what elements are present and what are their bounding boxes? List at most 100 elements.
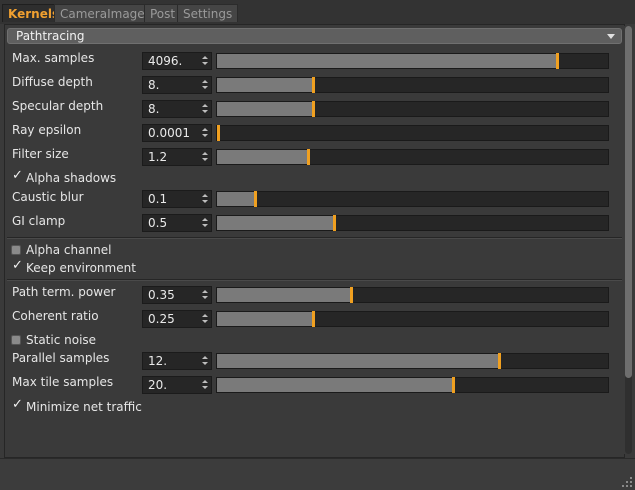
- slider-fill: [217, 78, 312, 92]
- ray-epsilon-value: 0.0001: [148, 126, 190, 140]
- vertical-scrollbar[interactable]: [624, 26, 633, 454]
- slider-handle[interactable]: [312, 77, 315, 93]
- section-title: Pathtracing: [16, 29, 85, 43]
- scrollbar-thumb[interactable]: [625, 26, 632, 378]
- tab-cameraimager[interactable]: CameraImager: [54, 4, 156, 22]
- path-term-power-value: 0.35: [148, 288, 175, 302]
- keep-environment-label: Keep environment: [26, 261, 136, 275]
- spinner-icon[interactable]: [202, 104, 208, 114]
- parallel-samples-input[interactable]: 12.: [142, 352, 212, 370]
- coherent-ratio-slider[interactable]: [216, 311, 609, 327]
- slider-handle[interactable]: [452, 377, 455, 393]
- tab-bar: Kernels CameraImager Post Settings: [0, 0, 635, 24]
- specular-depth-value: 8.: [148, 102, 160, 116]
- path-term-power-slider[interactable]: [216, 287, 609, 303]
- parallel-samples-slider[interactable]: [216, 353, 609, 369]
- checkmark-icon: ✓: [12, 397, 23, 412]
- slider-fill: [217, 378, 452, 392]
- checkmark-icon: ✓: [12, 168, 23, 183]
- caustic-blur-value: 0.1: [148, 192, 168, 206]
- max-samples-slider[interactable]: [216, 53, 609, 69]
- slider-handle[interactable]: [312, 101, 315, 117]
- diffuse-depth-input[interactable]: 8.: [142, 76, 212, 94]
- filter-size-slider[interactable]: [216, 149, 609, 165]
- minimize-net-traffic-label: Minimize net traffic: [26, 400, 142, 414]
- slider-handle[interactable]: [307, 149, 310, 165]
- slider-fill: [217, 288, 350, 302]
- divider: [7, 279, 622, 281]
- path-term-power-input[interactable]: 0.35: [142, 286, 212, 304]
- ray-epsilon-slider[interactable]: [216, 125, 609, 141]
- spinner-icon[interactable]: [202, 56, 208, 66]
- alpha-shadows-label: Alpha shadows: [26, 171, 117, 185]
- caustic-blur-label: Caustic blur: [12, 190, 84, 204]
- slider-fill: [217, 216, 333, 230]
- specular-depth-slider[interactable]: [216, 101, 609, 117]
- settings-panel: Pathtracing Max. samples 4096. Diffuse d…: [4, 24, 625, 458]
- max-samples-value: 4096.: [148, 54, 183, 68]
- diffuse-depth-slider[interactable]: [216, 77, 609, 93]
- slider-handle[interactable]: [217, 125, 220, 141]
- tab-label: Kernels: [8, 7, 60, 21]
- gi-clamp-slider[interactable]: [216, 215, 609, 231]
- slider-handle[interactable]: [254, 191, 257, 207]
- alpha-channel-label: Alpha channel: [26, 243, 112, 257]
- spinner-icon[interactable]: [202, 128, 208, 138]
- slider-fill: [217, 54, 556, 68]
- slider-handle[interactable]: [333, 215, 336, 231]
- filter-size-input[interactable]: 1.2: [142, 148, 212, 166]
- tab-settings[interactable]: Settings: [177, 4, 239, 22]
- checkbox-box[interactable]: [11, 335, 21, 345]
- slider-handle[interactable]: [498, 353, 501, 369]
- gi-clamp-input[interactable]: 0.5: [142, 214, 212, 232]
- coherent-ratio-label: Coherent ratio: [12, 309, 99, 323]
- ray-epsilon-label: Ray epsilon: [12, 123, 82, 137]
- slider-handle[interactable]: [350, 287, 353, 303]
- spinner-icon[interactable]: [202, 194, 208, 204]
- caustic-blur-slider[interactable]: [216, 191, 609, 207]
- max-tile-samples-input[interactable]: 20.: [142, 376, 212, 394]
- tab-label: Post: [150, 7, 176, 21]
- slider-fill: [217, 354, 498, 368]
- tab-label: Settings: [183, 7, 233, 21]
- max-samples-input[interactable]: 4096.: [142, 52, 212, 70]
- slider-fill: [217, 312, 312, 326]
- spinner-icon[interactable]: [202, 380, 208, 390]
- coherent-ratio-input[interactable]: 0.25: [142, 310, 212, 328]
- diffuse-depth-label: Diffuse depth: [12, 75, 93, 89]
- tab-label: CameraImager: [60, 7, 150, 21]
- parallel-samples-value: 12.: [148, 354, 168, 368]
- max-tile-samples-label: Max tile samples: [12, 375, 114, 389]
- max-tile-samples-value: 20.: [148, 378, 168, 392]
- coherent-ratio-value: 0.25: [148, 312, 175, 326]
- divider: [7, 237, 622, 239]
- resize-grip-icon[interactable]: [622, 477, 632, 487]
- chevron-down-icon[interactable]: [607, 34, 615, 39]
- spinner-icon[interactable]: [202, 80, 208, 90]
- slider-fill: [217, 192, 254, 206]
- checkbox-box[interactable]: [11, 245, 21, 255]
- tab-post[interactable]: Post: [144, 4, 182, 22]
- spinner-icon[interactable]: [202, 218, 208, 228]
- parallel-samples-label: Parallel samples: [12, 351, 110, 365]
- diffuse-depth-value: 8.: [148, 78, 160, 92]
- slider-handle[interactable]: [312, 311, 315, 327]
- spinner-icon[interactable]: [202, 314, 208, 324]
- max-tile-samples-slider[interactable]: [216, 377, 609, 393]
- spinner-icon[interactable]: [202, 356, 208, 366]
- gi-clamp-label: GI clamp: [12, 214, 66, 228]
- checkmark-icon: ✓: [12, 258, 23, 273]
- slider-fill: [217, 150, 307, 164]
- specular-depth-label: Specular depth: [12, 99, 104, 113]
- status-bar: [0, 458, 635, 490]
- slider-fill: [217, 102, 312, 116]
- slider-handle[interactable]: [556, 53, 559, 69]
- spinner-icon[interactable]: [202, 290, 208, 300]
- pathtracing-section-header[interactable]: Pathtracing: [7, 28, 622, 44]
- spinner-icon[interactable]: [202, 152, 208, 162]
- ray-epsilon-input[interactable]: 0.0001: [142, 124, 212, 142]
- max-samples-label: Max. samples: [12, 51, 95, 65]
- caustic-blur-input[interactable]: 0.1: [142, 190, 212, 208]
- gi-clamp-value: 0.5: [148, 216, 168, 230]
- specular-depth-input[interactable]: 8.: [142, 100, 212, 118]
